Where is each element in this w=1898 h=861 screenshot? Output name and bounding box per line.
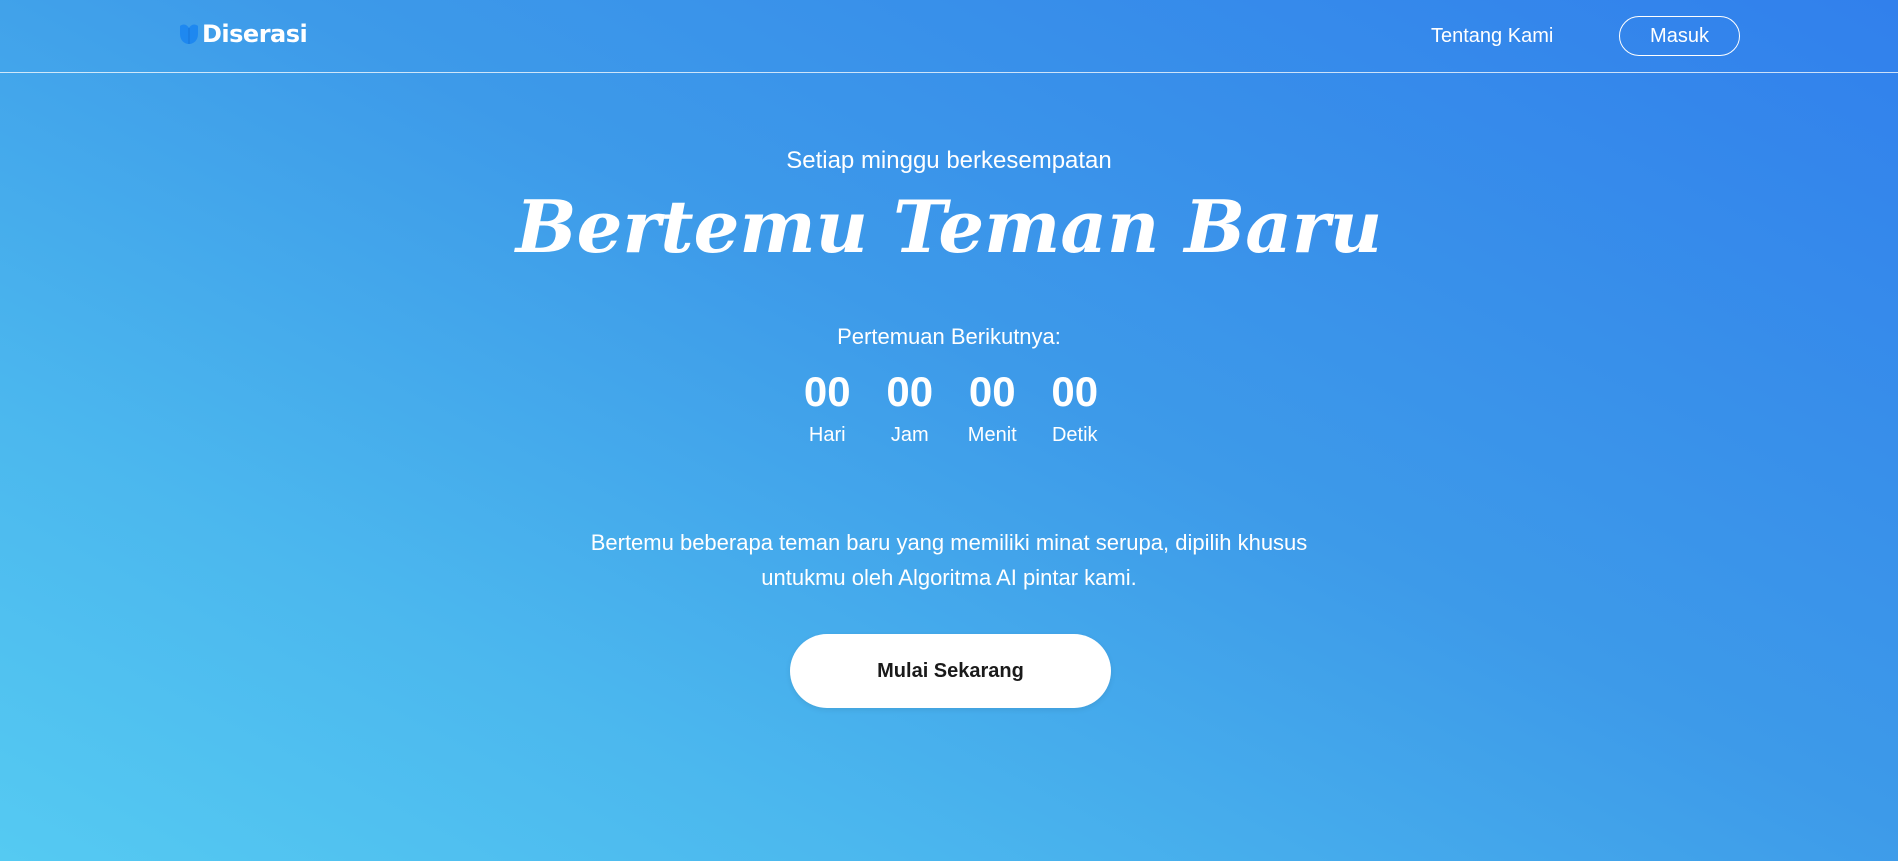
countdown-hours-label: Jam: [890, 424, 929, 446]
countdown-days-value: 00: [803, 368, 851, 415]
countdown-label: Pertemuan Berikutnya:: [837, 324, 1061, 349]
countdown-days: 00 Hari: [786, 366, 869, 448]
start-now-button[interactable]: Mulai Sekarang: [790, 634, 1111, 708]
hero-kicker: Setiap minggu berkesempatan: [786, 147, 1112, 174]
countdown-seconds-value: 00: [1051, 368, 1099, 415]
countdown-minutes: 00 Menit: [951, 366, 1034, 448]
hero-description-line-2: untukmu oleh Algoritma AI pintar kami.: [761, 565, 1137, 590]
countdown-seconds-label: Detik: [1051, 424, 1098, 446]
countdown-minutes-value: 00: [968, 368, 1016, 415]
login-button[interactable]: Masuk: [1619, 16, 1740, 56]
countdown-minutes-label: Menit: [967, 424, 1017, 446]
brand-name: Diserasi: [202, 20, 308, 48]
hero-description: Bertemu beberapa teman baru yang memilik…: [549, 525, 1349, 595]
tulip-drop-icon: [180, 24, 198, 44]
brand-logo-link[interactable]: Diserasi: [178, 20, 308, 48]
countdown-hours: 00 Jam: [869, 366, 952, 448]
countdown-timer: 00 Hari 00 Jam 00 Menit 00 Detik: [786, 366, 1116, 448]
hero-description-line-1: Bertemu beberapa teman baru yang memilik…: [590, 530, 1308, 555]
countdown-days-label: Hari: [808, 424, 846, 446]
top-navbar: Diserasi Tentang Kami Masuk: [0, 0, 1898, 73]
hero-headline: Bertemu Teman Baru: [515, 184, 1383, 269]
countdown-hours-value: 00: [886, 368, 934, 415]
nav-link-about[interactable]: Tentang Kami: [1431, 24, 1553, 48]
countdown-seconds: 00 Detik: [1034, 366, 1117, 448]
